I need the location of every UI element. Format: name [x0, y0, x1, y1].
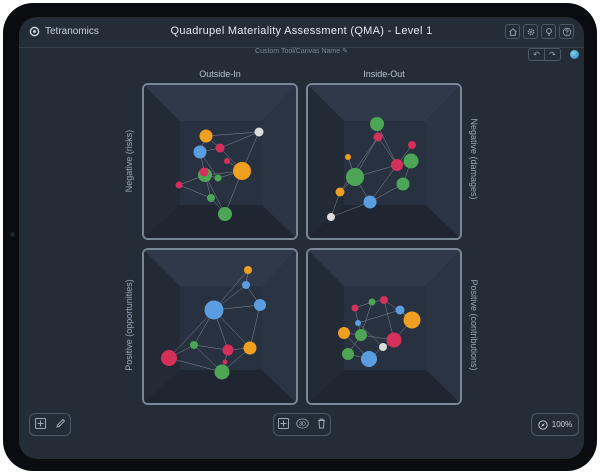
status-globe-icon[interactable] — [570, 50, 579, 59]
delete-button[interactable] — [316, 418, 327, 434]
view-tools-group: 3D — [273, 413, 331, 436]
add-button[interactable] — [34, 418, 46, 434]
add-node-button[interactable] — [277, 418, 289, 434]
gear-icon[interactable] — [523, 24, 538, 39]
add-icon — [277, 418, 289, 429]
app-screen: Tetranomics Quadrupel Materiality Assess… — [19, 17, 584, 459]
quadrant-inside-out-negative[interactable] — [306, 83, 462, 240]
undo-icon[interactable]: ↶ — [529, 49, 544, 60]
quadrant-outside-in-positive[interactable] — [142, 248, 298, 405]
tablet-frame: Tetranomics Quadrupel Materiality Assess… — [3, 3, 597, 471]
zoom-level: 100% — [551, 420, 573, 429]
lightbulb-icon[interactable] — [541, 24, 556, 39]
top-bar: Tetranomics Quadrupel Materiality Assess… — [19, 17, 584, 48]
quadrant-inside-out-positive[interactable] — [306, 248, 462, 405]
row-label-negative-risks: Negative (risks) — [124, 129, 134, 193]
network-graph[interactable] — [308, 250, 460, 403]
add-icon — [34, 418, 46, 429]
home-icon[interactable] — [505, 24, 520, 39]
network-graph[interactable] — [308, 85, 460, 238]
canvas-name: Custom Tool/Canvas Name — [255, 48, 341, 55]
column-header-inside-out: Inside-Out — [363, 69, 405, 79]
page-title: Quadrupel Materiality Assessment (QMA) -… — [170, 25, 433, 37]
undo-redo-group: ↶ ↷ — [528, 48, 561, 61]
quadrant-outside-in-negative[interactable] — [142, 83, 298, 240]
add-edit-group — [29, 413, 71, 436]
column-header-outside-in: Outside-In — [199, 69, 241, 79]
3d-rotate-icon: 3D — [295, 418, 309, 429]
top-icon-group — [505, 24, 574, 39]
svg-text:3D: 3D — [299, 421, 306, 427]
help-icon[interactable] — [559, 24, 574, 39]
network-graph[interactable] — [144, 85, 296, 238]
pencil-icon — [55, 418, 65, 428]
compass-icon — [538, 419, 548, 430]
edit-button[interactable] — [55, 418, 66, 434]
3d-view-button[interactable]: 3D — [295, 418, 309, 434]
camera — [10, 232, 15, 237]
canvas-name-row[interactable]: Custom Tool/Canvas Name ✎ — [19, 47, 584, 55]
row-label-positive-opportunities: Positive (opportunities) — [124, 279, 134, 371]
network-graph[interactable] — [144, 250, 296, 403]
redo-icon[interactable]: ↷ — [544, 49, 560, 60]
trash-icon — [317, 418, 325, 429]
row-label-negative-damages: Negative (damages) — [469, 118, 479, 200]
zoom-control[interactable]: 100% — [531, 413, 579, 436]
row-label-positive-contributions: Positive (contributions) — [469, 279, 479, 371]
edit-name-icon[interactable]: ✎ — [342, 48, 348, 55]
